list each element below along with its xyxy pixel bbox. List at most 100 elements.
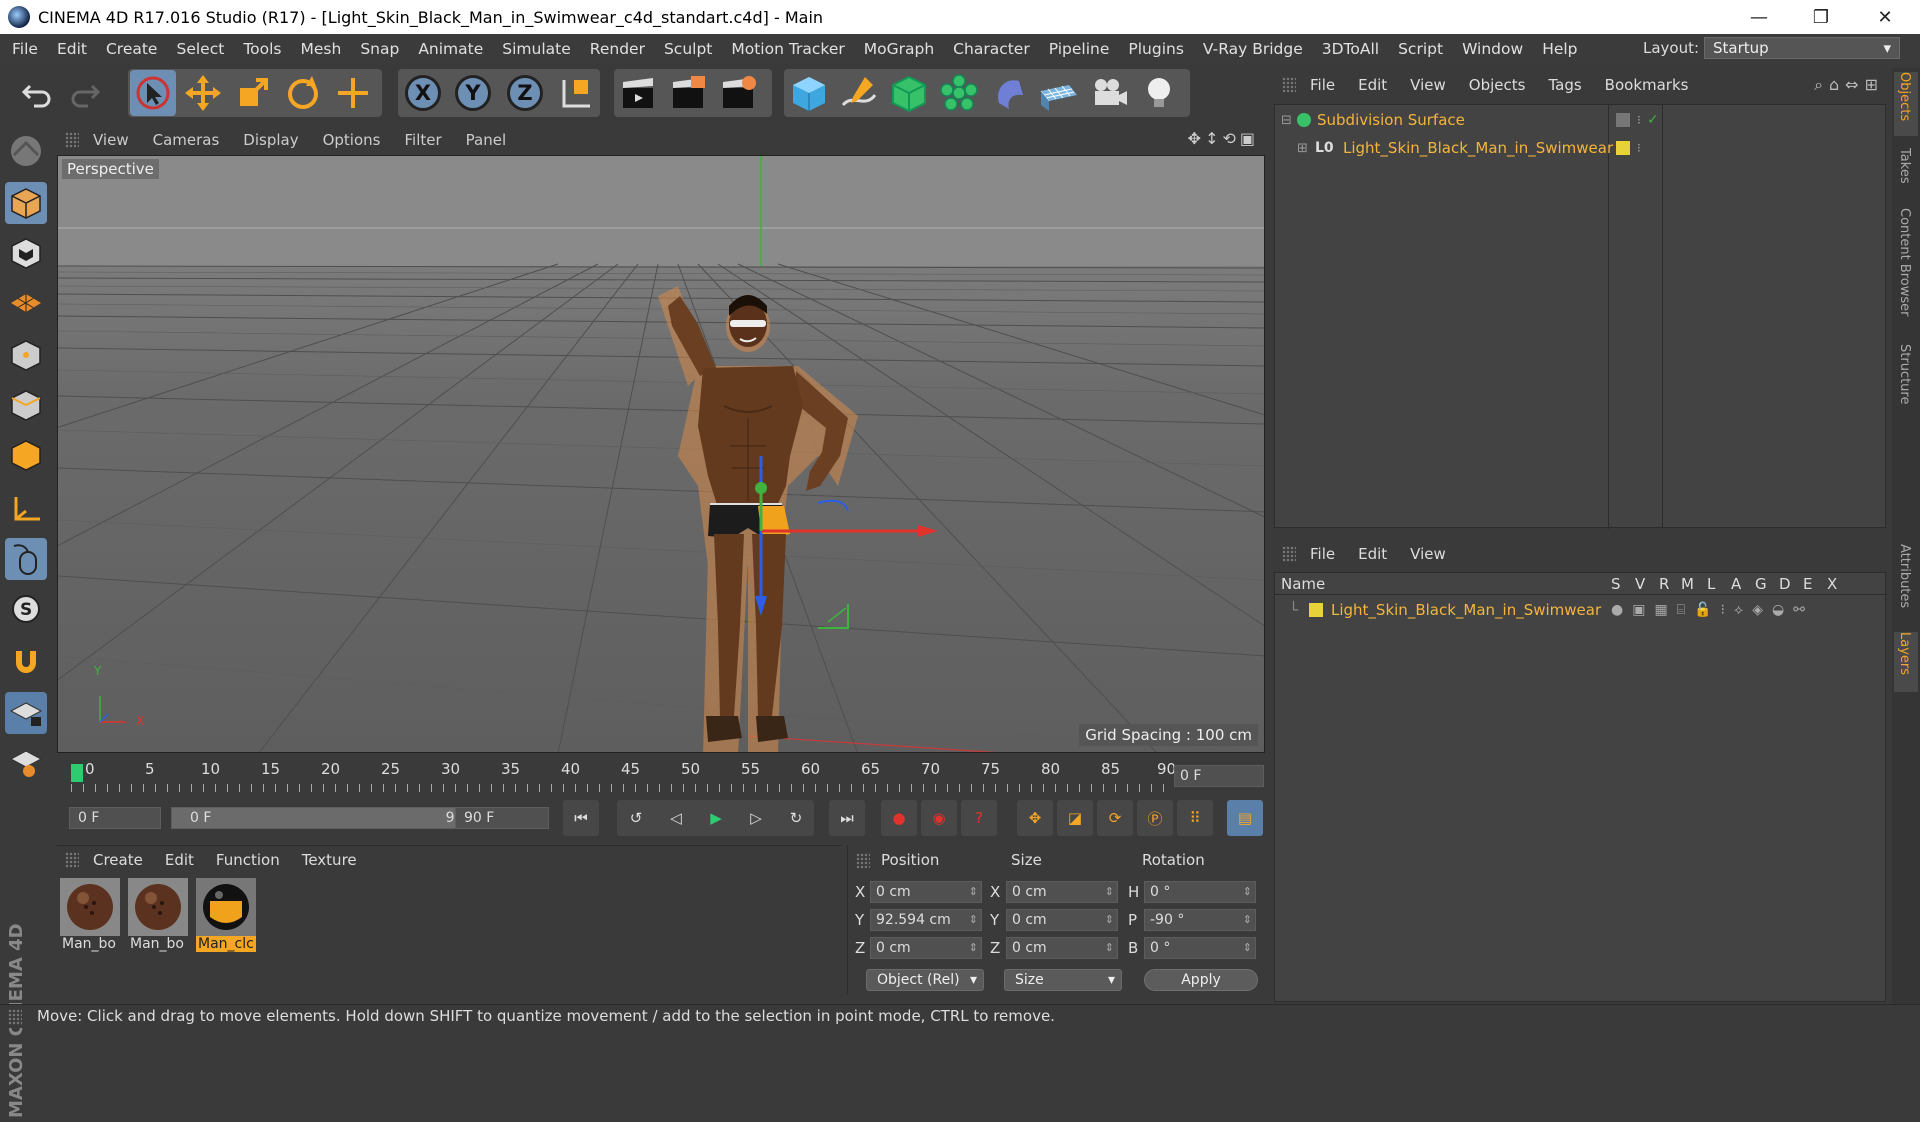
pos-z-field[interactable]: 0 cm — [870, 937, 982, 959]
menu-character[interactable]: Character — [953, 40, 1030, 58]
timeline[interactable]: 0 5 10 15 20 25 30 35 40 45 50 55 60 65 … — [57, 756, 1265, 796]
object-menu-bookmarks[interactable]: Bookmarks — [1605, 76, 1689, 94]
y-axis-lock-button[interactable]: Y — [450, 70, 496, 116]
tab-attributes[interactable]: Attributes — [1894, 544, 1918, 624]
render-view-button[interactable] — [616, 70, 662, 116]
x-axis-lock-button[interactable]: X — [400, 70, 446, 116]
layer-list[interactable]: Name S V R M L A G D E X └ Light_Skin_Bl… — [1274, 572, 1887, 1002]
timeline-ruler[interactable]: 0 5 10 15 20 25 30 35 40 45 50 55 60 65 … — [71, 760, 1176, 792]
menu-help[interactable]: Help — [1542, 40, 1577, 58]
pos-x-field[interactable]: 0 cm — [870, 881, 982, 903]
perspective-viewport[interactable]: Y X Perspective Grid Spacing : 100 cm — [57, 155, 1265, 753]
key-parameter-button[interactable]: Ⓟ — [1137, 800, 1173, 836]
close-button[interactable]: ✕ — [1856, 0, 1914, 34]
undo-button[interactable] — [14, 70, 60, 116]
object-menu-objects[interactable]: Objects — [1469, 76, 1526, 94]
material-menu-function[interactable]: Function — [216, 851, 280, 869]
key-position-button[interactable]: ✥ — [1017, 800, 1053, 836]
camera-button[interactable] — [1086, 70, 1132, 116]
menu-script[interactable]: Script — [1398, 40, 1443, 58]
key-pla-button[interactable]: ⠿ — [1177, 800, 1213, 836]
next-frame-button[interactable]: ▷ — [738, 800, 774, 836]
go-to-start-button[interactable]: ⏮ — [563, 800, 599, 836]
tab-structure[interactable]: Structure — [1894, 344, 1918, 424]
size-mode-dropdown[interactable]: Size ▾ — [1004, 969, 1122, 991]
workplane-lock-button[interactable] — [5, 692, 47, 734]
layout-dropdown[interactable]: Startup ▾ — [1704, 37, 1900, 59]
record-keys-button[interactable]: ● — [881, 800, 917, 836]
live-selection-button[interactable] — [130, 70, 176, 116]
current-frame-field[interactable]: 0 F — [1174, 765, 1264, 787]
object-menu-view[interactable]: View — [1410, 76, 1446, 94]
visibility-dots-icon[interactable]: ⁝ — [1637, 113, 1641, 127]
visibility-dots-icon[interactable]: ⁝ — [1637, 141, 1641, 155]
size-z-field[interactable]: 0 cm — [1006, 937, 1118, 959]
object-row[interactable]: ⊟ Subdivision Surface ⁝ ✓ — [1275, 107, 1887, 133]
menu-mesh[interactable]: Mesh — [301, 40, 342, 58]
menu-create[interactable]: Create — [106, 40, 158, 58]
coordinate-system-button[interactable] — [552, 70, 598, 116]
layer-color-icon[interactable] — [1616, 141, 1630, 155]
grid-snap-button[interactable] — [5, 742, 47, 784]
menu-mograph[interactable]: MoGraph — [864, 40, 934, 58]
frame-range-slider[interactable]: 0 F 90 F — [171, 807, 501, 829]
keyframe-selection-button[interactable]: ? — [961, 800, 997, 836]
menu-edit[interactable]: Edit — [57, 40, 87, 58]
viewport-menu-view[interactable]: View — [93, 131, 129, 149]
layer-name[interactable]: Light_Skin_Black_Man_in_Swimwear — [1331, 601, 1601, 619]
menu-render[interactable]: Render — [590, 40, 645, 58]
z-axis-lock-button[interactable]: Z — [502, 70, 548, 116]
layer-menu-file[interactable]: File — [1310, 545, 1335, 563]
render-picture-viewer-button[interactable] — [666, 70, 712, 116]
points-mode-button[interactable] — [5, 334, 47, 376]
workplane-mode-button[interactable] — [5, 282, 47, 324]
previous-key-button[interactable]: ↺ — [618, 800, 654, 836]
object-name[interactable]: Light_Skin_Black_Man_in_Swimwear — [1343, 139, 1613, 157]
object-menu-edit[interactable]: Edit — [1358, 76, 1387, 94]
material-swatch[interactable]: Man_bo — [128, 878, 188, 958]
rot-p-field[interactable]: -90 ° — [1144, 909, 1256, 931]
menu-animate[interactable]: Animate — [418, 40, 483, 58]
tab-content-browser[interactable]: Content Browser — [1894, 208, 1918, 338]
deformer-button[interactable] — [986, 70, 1032, 116]
layer-menu-edit[interactable]: Edit — [1358, 545, 1387, 563]
size-x-field[interactable]: 0 cm — [1006, 881, 1118, 903]
auto-keying-button[interactable]: ◉ — [921, 800, 957, 836]
menu-pipeline[interactable]: Pipeline — [1049, 40, 1110, 58]
subdivision-surface-button[interactable] — [886, 70, 932, 116]
layer-icon[interactable] — [1616, 113, 1630, 127]
layer-row[interactable]: └ Light_Skin_Black_Man_in_Swimwear ●▣▦⌸🔓… — [1275, 597, 1887, 623]
light-button[interactable] — [1136, 70, 1182, 116]
end-frame-field[interactable]: 90 F — [455, 807, 549, 829]
object-menu-file[interactable]: File — [1310, 76, 1335, 94]
play-button[interactable]: ▶ — [698, 800, 734, 836]
snapping-button[interactable] — [5, 640, 47, 682]
apply-button[interactable]: Apply — [1144, 969, 1258, 991]
menu-plugins[interactable]: Plugins — [1128, 40, 1184, 58]
minimize-button[interactable]: — — [1730, 0, 1788, 34]
viewport-menu-panel[interactable]: Panel — [466, 131, 506, 149]
polygons-mode-button[interactable] — [5, 434, 47, 476]
checkmark-icon[interactable]: ✓ — [1647, 112, 1659, 128]
rotate-tool-button[interactable] — [280, 70, 326, 116]
menu-simulate[interactable]: Simulate — [502, 40, 571, 58]
object-list[interactable]: ⊟ Subdivision Surface ⁝ ✓ ⊞ L0 Light_Ski… — [1274, 104, 1887, 529]
scale-tool-button[interactable] — [230, 70, 276, 116]
pen-spline-button[interactable] — [836, 70, 882, 116]
cube-button[interactable] — [786, 70, 832, 116]
material-menu-create[interactable]: Create — [93, 851, 143, 869]
render-settings-button[interactable] — [716, 70, 762, 116]
material-swatch[interactable]: Man_bo — [60, 878, 120, 958]
material-menu-edit[interactable]: Edit — [165, 851, 194, 869]
pos-y-field[interactable]: 92.594 cm — [870, 909, 982, 931]
rot-b-field[interactable]: 0 ° — [1144, 937, 1256, 959]
menu-window[interactable]: Window — [1462, 40, 1523, 58]
axis-mode-button[interactable] — [5, 488, 47, 530]
key-rotation-button[interactable]: ⟳ — [1097, 800, 1133, 836]
expand-icon[interactable]: ⊞ — [1297, 141, 1308, 156]
edges-mode-button[interactable] — [5, 384, 47, 426]
previous-frame-button[interactable]: ◁ — [658, 800, 694, 836]
floor-button[interactable] — [1036, 70, 1082, 116]
menu-vray-bridge[interactable]: V-Ray Bridge — [1203, 40, 1303, 58]
texture-mode-button[interactable] — [5, 232, 47, 274]
